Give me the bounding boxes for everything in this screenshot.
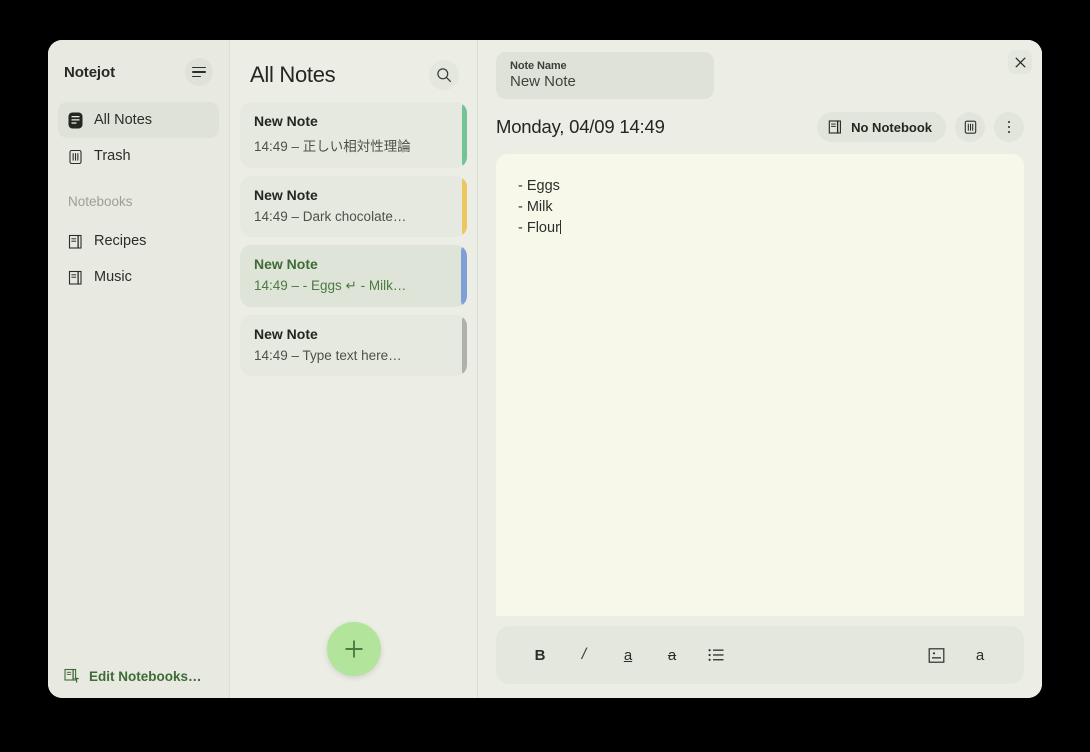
insert-image-button[interactable] <box>914 635 958 675</box>
note-name-field-label: Note Name <box>510 60 567 72</box>
hamburger-icon <box>192 66 206 78</box>
editor-header: Note Name New Note <box>478 40 1042 99</box>
note-item-title: New Note <box>254 256 318 272</box>
trash-icon <box>963 119 978 135</box>
notebook-icon <box>68 233 83 250</box>
note-timestamp: Monday, 04/09 14:49 <box>496 116 665 137</box>
sidebar: Notejot All Notes Trash Notebooks Recipe… <box>48 40 230 698</box>
notebook-selector-label: No Notebook <box>851 119 932 135</box>
sidebar-footer: Edit Notebooks… <box>48 668 229 684</box>
bold-button[interactable]: B <box>518 635 562 675</box>
note-list-item[interactable]: New Note 14:49 – Dark chocolate… <box>240 176 467 237</box>
note-content-line: - Milk <box>518 199 553 215</box>
notebook-icon <box>828 119 843 135</box>
note-list-item[interactable]: New Note 14:49 – - Eggs ↵ - Milk… <box>240 245 467 307</box>
note-item-snippet: 14:49 – Type text here… <box>254 348 402 363</box>
sidebar-item-trash[interactable]: Trash <box>58 138 219 174</box>
more-vertical-icon <box>1007 120 1011 134</box>
page-title: All Notes <box>250 62 336 87</box>
note-item-snippet: 14:49 – Dark chocolate… <box>254 209 407 224</box>
sidebar-item-label: All Notes <box>94 111 153 128</box>
edit-notebooks-button[interactable]: Edit Notebooks… <box>64 668 213 684</box>
note-icon <box>68 112 83 129</box>
sidebar-item-recipes[interactable]: Recipes <box>58 223 219 259</box>
note-list-item[interactable]: New Note 14:49 – 正しい相対性理論 <box>240 102 467 168</box>
note-item-snippet: 14:49 – 正しい相対性理論 <box>254 139 411 154</box>
note-color-accent <box>461 245 467 307</box>
note-item-snippet: 14:49 – - Eggs ↵ - Milk… <box>254 278 407 293</box>
note-content-line-with-caret: - Flour <box>518 218 1002 239</box>
notebook-icon <box>68 269 83 286</box>
trash-icon <box>68 148 83 165</box>
underline-button[interactable]: a <box>606 635 650 675</box>
notebooks-list: Recipes Music <box>48 217 229 295</box>
note-color-accent <box>462 315 467 376</box>
note-color-accent <box>462 102 467 168</box>
plus-icon <box>341 636 367 662</box>
note-item-title: New Note <box>254 113 318 129</box>
note-list-item[interactable]: New Note 14:49 – Type text here… <box>240 315 467 376</box>
more-options-button[interactable] <box>994 112 1024 142</box>
note-name-field[interactable]: Note Name New Note <box>496 52 714 99</box>
note-content-line: - Flour <box>518 220 560 236</box>
strikethrough-button[interactable]: a <box>650 635 694 675</box>
notebooks-section-label: Notebooks <box>68 194 133 209</box>
editor-meta-bar: Monday, 04/09 14:49 No Notebook <box>478 99 1042 154</box>
search-icon <box>436 67 452 83</box>
sidebar-item-label: Trash <box>94 147 131 164</box>
text-caret <box>559 220 561 234</box>
note-color-accent <box>462 176 467 237</box>
notes-panel-header: All Notes <box>230 40 477 102</box>
note-item-title: New Note <box>254 187 318 203</box>
note-content-line: - Eggs <box>518 178 560 194</box>
sidebar-toggle-button[interactable] <box>185 58 213 86</box>
search-button[interactable] <box>429 60 459 90</box>
edit-notebooks-label: Edit Notebooks… <box>89 668 202 684</box>
sidebar-item-label: Recipes <box>94 232 147 249</box>
sidebar-item-music[interactable]: Music <box>58 259 219 295</box>
app-title: Notejot <box>64 63 115 81</box>
close-icon <box>1015 57 1026 68</box>
sidebar-item-label: Music <box>94 268 132 285</box>
note-list: New Note 14:49 – 正しい相対性理論 New Note 14:49… <box>230 102 477 376</box>
note-name-input[interactable]: New Note <box>510 73 700 90</box>
editor-actions: No Notebook <box>817 112 1024 142</box>
sidebar-header: Notejot <box>48 40 229 96</box>
italic-button[interactable]: / <box>562 635 606 675</box>
note-content-area[interactable]: - Eggs - Milk - Flour <box>496 154 1024 616</box>
image-icon <box>928 647 945 664</box>
font-style-button[interactable]: a <box>958 635 1002 675</box>
notes-list-panel: All Notes New Note 14:49 – 正しい相対性理論 New … <box>230 40 478 698</box>
bullet-list-icon <box>708 648 724 662</box>
notebook-edit-icon <box>64 668 80 684</box>
delete-note-button[interactable] <box>955 112 985 142</box>
sidebar-item-all-notes[interactable]: All Notes <box>58 102 219 138</box>
bullet-list-button[interactable] <box>694 635 738 675</box>
notejot-window: Notejot All Notes Trash Notebooks Recipe… <box>48 40 1042 698</box>
sidebar-nav: All Notes Trash <box>48 96 229 174</box>
note-item-title: New Note <box>254 326 318 342</box>
close-button[interactable] <box>1008 50 1032 74</box>
notebook-selector-button[interactable]: No Notebook <box>817 112 946 142</box>
note-editor-panel: Note Name New Note Monday, 04/09 14:49 N… <box>478 40 1042 698</box>
add-note-button[interactable] <box>326 622 381 676</box>
formatting-toolbar: B / a a a <box>496 626 1024 684</box>
